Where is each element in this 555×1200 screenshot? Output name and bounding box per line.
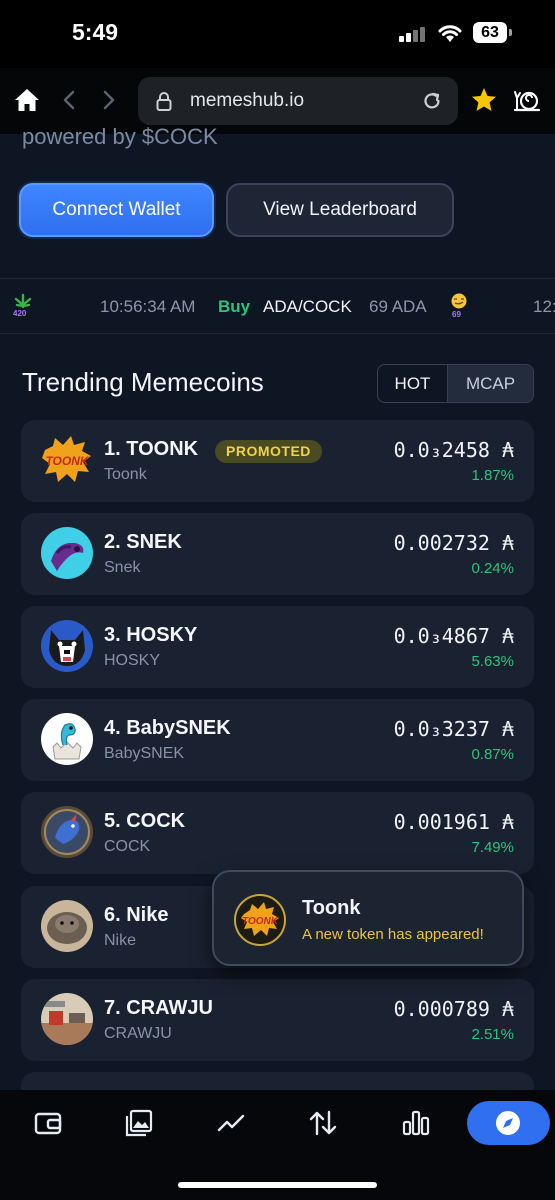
home-indicator bbox=[178, 1182, 377, 1188]
coin-card-partial bbox=[21, 1072, 534, 1092]
promoted-badge: PROMOTED bbox=[215, 440, 322, 463]
coin-ticker: Snek bbox=[104, 559, 141, 576]
coin-price: 0.0₃4867 ₳ bbox=[393, 624, 514, 648]
toast-message: A new token has appeared! bbox=[302, 926, 484, 943]
coin-change: 0.87% bbox=[471, 746, 514, 763]
coin-ticker: Nike bbox=[104, 932, 137, 949]
coin-ticker: HOSKY bbox=[104, 652, 161, 669]
sort-toggle: HOT MCAP bbox=[377, 364, 534, 403]
back-icon[interactable] bbox=[60, 89, 78, 111]
coin-ticker: CRAWJU bbox=[104, 1025, 172, 1042]
tab-hot[interactable]: HOT bbox=[378, 365, 448, 402]
coin-name: 5. COCK bbox=[104, 810, 186, 832]
coin-card-snek[interactable]: 2. SNEK Snek 0.002732 ₳ 0.24% bbox=[21, 513, 534, 595]
coin-ticker: BabySNEK bbox=[104, 745, 185, 762]
coin-price: 0.002732 ₳ bbox=[393, 531, 514, 555]
coin-ticker: COCK bbox=[104, 838, 151, 855]
coin-price: 0.000789 ₳ bbox=[393, 997, 514, 1021]
coin-price: 0.0₃3237 ₳ bbox=[393, 717, 514, 741]
trade-pair: ADA/COCK bbox=[263, 297, 352, 316]
coin-price: 0.001961 ₳ bbox=[393, 810, 514, 834]
coin-card-crawju[interactable]: 7. CRAWJU CRAWJU 0.000789 ₳ 2.51% bbox=[21, 979, 534, 1061]
coin-card-hosky[interactable]: 3. HOSKY HOSKY 0.0₃4867 ₳ 5.63% bbox=[21, 606, 534, 688]
view-leaderboard-button[interactable]: View Leaderboard bbox=[226, 183, 454, 237]
gallery-icon[interactable] bbox=[124, 1108, 154, 1138]
smirk-emoji-icon: 69 bbox=[450, 293, 470, 319]
status-time: 5:49 bbox=[72, 19, 119, 45]
coin-change: 2.51% bbox=[471, 1026, 514, 1043]
chart-line-icon[interactable] bbox=[216, 1108, 246, 1138]
coin-card-toonk[interactable]: TOONK 1. TOONK PROMOTED Toonk 0.0₃2458 ₳… bbox=[21, 420, 534, 502]
coin-name: 3. HOSKY bbox=[104, 624, 198, 646]
hero-tagline: powered by $COCK bbox=[22, 124, 218, 149]
battery-icon: 63 bbox=[473, 22, 507, 43]
emoji-tag: 69 bbox=[452, 310, 461, 319]
trade-action: Buy bbox=[218, 297, 251, 316]
wallet-icon[interactable] bbox=[33, 1108, 63, 1138]
next-trade-time: 12: bbox=[533, 297, 555, 316]
coin-name: 1. TOONK bbox=[104, 438, 199, 460]
toast-title: Toonk bbox=[302, 897, 361, 919]
cock-logo bbox=[41, 806, 93, 858]
toonk-toast-logo: TOONK bbox=[234, 894, 286, 946]
reload-icon[interactable] bbox=[422, 91, 442, 111]
leaf-icon: 420 bbox=[13, 293, 33, 319]
bar-chart-icon[interactable] bbox=[401, 1108, 431, 1138]
coin-name: 7. CRAWJU bbox=[104, 997, 213, 1019]
explore-tab-active[interactable] bbox=[467, 1101, 550, 1145]
coin-name: 4. BabySNEK bbox=[104, 717, 231, 739]
coin-card-babysnek[interactable]: 4. BabySNEK BabySNEK 0.0₃3237 ₳ 0.87% bbox=[21, 699, 534, 781]
trade-ticker: 420 10:56:34 AM Buy ADA/COCK 69 ADA 69 1… bbox=[0, 278, 555, 334]
connect-wallet-button[interactable]: Connect Wallet bbox=[19, 183, 214, 237]
coin-change: 1.87% bbox=[471, 467, 514, 484]
tab-mcap[interactable]: MCAP bbox=[448, 365, 533, 402]
coin-card-cock[interactable]: 5. COCK COCK 0.001961 ₳ 7.49% bbox=[21, 792, 534, 874]
swap-icon[interactable] bbox=[308, 1108, 338, 1138]
svg-text:TOONK: TOONK bbox=[45, 454, 89, 468]
coin-name: 2. SNEK bbox=[104, 531, 182, 553]
new-token-toast[interactable]: TOONK Toonk A new token has appeared! bbox=[212, 870, 524, 966]
toonk-logo: TOONK bbox=[41, 434, 93, 486]
babysnek-logo bbox=[41, 713, 93, 765]
nike-logo bbox=[41, 900, 93, 952]
bookmark-star-icon[interactable] bbox=[470, 86, 498, 114]
status-bar: 5:49 63 bbox=[0, 0, 555, 68]
url-text: memeshub.io bbox=[190, 90, 305, 111]
trade-time: 10:56:34 AM bbox=[100, 297, 196, 316]
cellular-signal-icon bbox=[399, 26, 427, 42]
svg-text:TOONK: TOONK bbox=[242, 916, 279, 927]
trade-amount: 69 ADA bbox=[369, 297, 427, 316]
coin-name: 6. Nike bbox=[104, 904, 169, 926]
compass-icon bbox=[496, 1111, 520, 1135]
wifi-icon bbox=[438, 25, 462, 42]
lock-icon bbox=[156, 92, 172, 111]
hosky-logo bbox=[41, 620, 93, 672]
leaf-tag: 420 bbox=[13, 309, 27, 318]
coin-change: 7.49% bbox=[471, 839, 514, 856]
crawju-logo bbox=[41, 993, 93, 1045]
battery-cap bbox=[509, 29, 512, 36]
snek-logo bbox=[41, 527, 93, 579]
coin-change: 5.63% bbox=[471, 653, 514, 670]
home-icon[interactable] bbox=[14, 88, 40, 112]
coin-price: 0.0₃2458 ₳ bbox=[393, 438, 514, 462]
forward-icon[interactable] bbox=[100, 89, 118, 111]
coin-change: 0.24% bbox=[471, 560, 514, 577]
coin-ticker: Toonk bbox=[104, 466, 147, 483]
section-title: Trending Memecoins bbox=[22, 367, 264, 397]
snail-extension-icon[interactable] bbox=[512, 86, 542, 114]
address-bar[interactable]: memeshub.io bbox=[138, 77, 458, 125]
